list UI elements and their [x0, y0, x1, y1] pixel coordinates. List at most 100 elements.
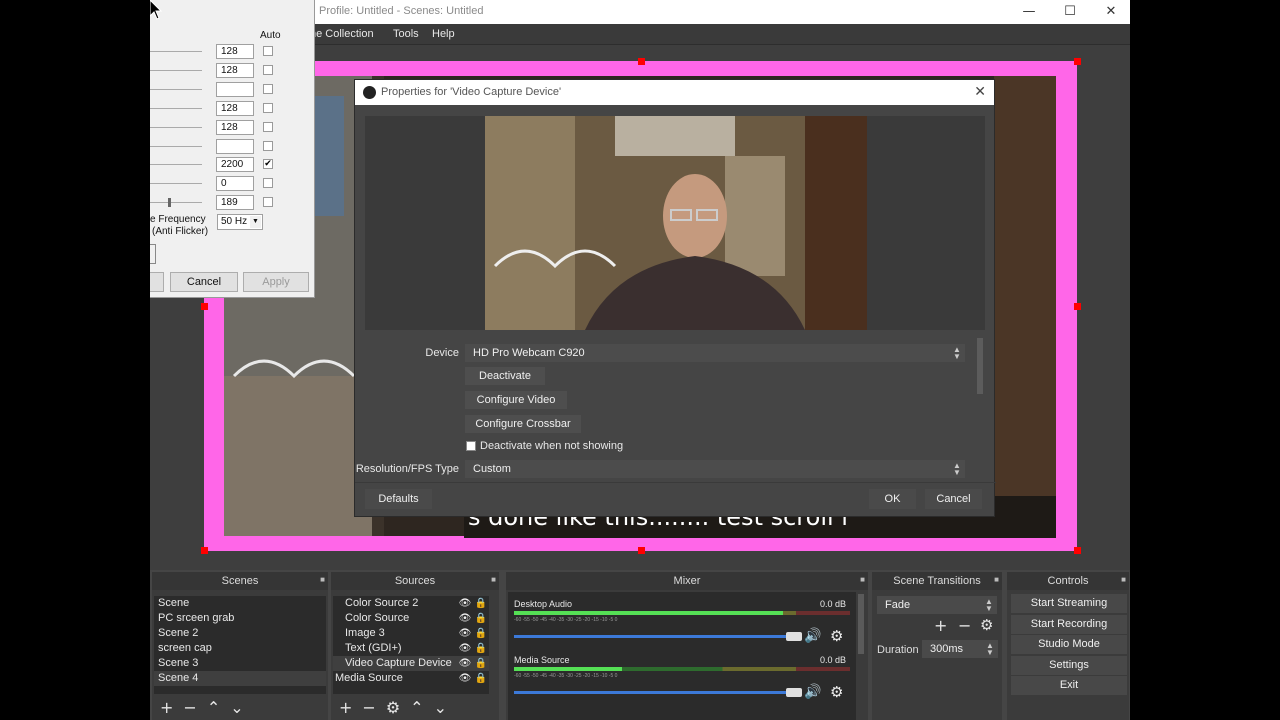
camera-setting-slider[interactable]: [150, 183, 202, 184]
gear-icon[interactable]: ⚙: [830, 683, 843, 701]
volume-slider-knob[interactable]: [786, 688, 802, 697]
gear-icon[interactable]: ⚙: [980, 616, 993, 634]
volume-slider-knob[interactable]: [786, 632, 802, 641]
exit-button[interactable]: Exit: [1011, 676, 1127, 695]
volume-slider[interactable]: [514, 635, 794, 638]
resolution-fps-select[interactable]: Custom ▲ ▼: [465, 460, 965, 478]
deactivate-button[interactable]: Deactivate: [465, 367, 545, 385]
camera-setting-value[interactable]: 128: [216, 44, 254, 59]
start-recording-button[interactable]: Start Recording: [1011, 615, 1127, 634]
configure-crossbar-button[interactable]: Configure Crossbar: [465, 415, 581, 433]
auto-checkbox[interactable]: [263, 46, 273, 56]
undock-icon[interactable]: ■: [320, 575, 325, 584]
auto-checkbox[interactable]: [263, 103, 273, 113]
camera-setting-value[interactable]: 189: [216, 195, 254, 210]
remove-icon[interactable]: −: [958, 616, 971, 635]
camera-setting-slider[interactable]: [150, 89, 202, 90]
speaker-icon[interactable]: 🔊: [804, 628, 821, 644]
auto-checkbox[interactable]: [263, 178, 273, 188]
maximize-icon[interactable]: ☐: [1050, 2, 1090, 22]
ok-button-partial[interactable]: [150, 272, 164, 292]
auto-checkbox[interactable]: [263, 141, 273, 151]
menu-scene-collection[interactable]: ne Collection: [310, 28, 374, 40]
lock-icon[interactable]: 🔒: [473, 671, 489, 686]
menu-help[interactable]: Help: [432, 28, 455, 40]
list-item[interactable]: Scene 2: [154, 626, 326, 641]
transform-handle-bottom[interactable]: [638, 547, 645, 554]
source-row[interactable]: Image 3 👁 🔒: [333, 626, 489, 641]
device-select[interactable]: HD Pro Webcam C920 ▲ ▼: [465, 344, 965, 362]
add-icon[interactable]: +: [934, 616, 947, 635]
list-item[interactable]: Scene 4: [154, 671, 326, 686]
settings-button[interactable]: Settings: [1011, 656, 1127, 675]
auto-checkbox[interactable]: [263, 122, 273, 132]
ok-button[interactable]: OK: [869, 489, 916, 509]
properties-scrollbar[interactable]: [977, 338, 983, 394]
camera-setting-slider[interactable]: [150, 108, 202, 109]
studio-mode-button[interactable]: Studio Mode: [1011, 635, 1127, 654]
lock-icon[interactable]: 🔒: [473, 596, 489, 611]
list-item[interactable]: PC srceen grab: [154, 611, 326, 626]
source-row[interactable]: Text (GDI+) 👁 🔒: [333, 641, 489, 656]
camera-setting-slider[interactable]: [150, 164, 202, 165]
gear-icon[interactable]: ⚙: [830, 627, 843, 645]
move-down-icon[interactable]: ⌄: [230, 698, 243, 717]
add-icon[interactable]: +: [339, 698, 352, 717]
camera-setting-slider[interactable]: [150, 70, 202, 71]
close-icon[interactable]: ✕: [1091, 2, 1130, 22]
source-row[interactable]: Media Source 👁 🔒: [333, 671, 489, 686]
move-down-icon[interactable]: ⌄: [434, 698, 447, 717]
transition-select[interactable]: Fade ▲ ▼: [877, 596, 997, 614]
auto-checkbox[interactable]: ✔: [263, 159, 273, 169]
volume-slider[interactable]: [514, 691, 794, 694]
remove-icon[interactable]: −: [362, 698, 375, 717]
speaker-icon[interactable]: 🔊: [804, 684, 821, 700]
eye-icon[interactable]: 👁: [457, 641, 473, 656]
lock-icon[interactable]: 🔒: [473, 641, 489, 656]
camera-setting-value[interactable]: [216, 139, 254, 154]
transform-handle-left[interactable]: [201, 303, 208, 310]
camera-setting-value[interactable]: [216, 82, 254, 97]
move-up-icon[interactable]: ⌃: [207, 698, 220, 717]
cancel-button[interactable]: Cancel: [170, 272, 238, 292]
gear-icon[interactable]: ⚙: [386, 698, 400, 717]
camera-setting-slider[interactable]: [150, 127, 202, 128]
eye-icon[interactable]: 👁: [457, 626, 473, 641]
camera-setting-slider[interactable]: [150, 51, 202, 52]
source-row[interactable]: Video Capture Device 👁 🔒: [333, 656, 489, 671]
close-icon[interactable]: ✕: [974, 80, 986, 105]
slider-thumb[interactable]: [168, 198, 171, 207]
camera-setting-value[interactable]: 128: [216, 101, 254, 116]
list-item[interactable]: Scene 3: [154, 656, 326, 671]
transform-handle-bottom-left[interactable]: [201, 547, 208, 554]
frequency-select[interactable]: 50 Hz ▼: [217, 214, 263, 230]
cancel-button[interactable]: Cancel: [925, 489, 982, 509]
undock-icon[interactable]: ■: [1121, 575, 1126, 584]
remove-icon[interactable]: −: [183, 698, 196, 717]
camera-setting-value[interactable]: 128: [216, 120, 254, 135]
source-row[interactable]: Color Source 👁 🔒: [333, 611, 489, 626]
eye-icon[interactable]: 👁: [457, 671, 473, 686]
eye-icon[interactable]: 👁: [457, 656, 473, 671]
camera-setting-value[interactable]: 2200: [216, 157, 254, 172]
move-up-icon[interactable]: ⌃: [410, 698, 423, 717]
transform-handle-right[interactable]: [1074, 303, 1081, 310]
camera-setting-value[interactable]: 128: [216, 63, 254, 78]
auto-checkbox[interactable]: [263, 197, 273, 207]
eye-icon[interactable]: 👁: [457, 596, 473, 611]
mixer-scrollbar[interactable]: [858, 594, 864, 654]
list-item[interactable]: screen cap: [154, 641, 326, 656]
apply-button[interactable]: Apply: [243, 272, 309, 292]
camera-setting-slider[interactable]: [150, 202, 202, 203]
camera-setting-value[interactable]: 0: [216, 176, 254, 191]
auto-checkbox[interactable]: [263, 84, 273, 94]
defaults-button[interactable]: Defaults: [365, 489, 432, 509]
ok-button-partial[interactable]: [150, 244, 156, 264]
eye-icon[interactable]: 👁: [457, 611, 473, 626]
transform-handle-bottom-right[interactable]: [1074, 547, 1081, 554]
list-item[interactable]: Scene: [154, 596, 326, 611]
camera-setting-slider[interactable]: [150, 146, 202, 147]
undock-icon[interactable]: ■: [860, 575, 865, 584]
auto-checkbox[interactable]: [263, 65, 273, 75]
lock-icon[interactable]: 🔒: [473, 626, 489, 641]
